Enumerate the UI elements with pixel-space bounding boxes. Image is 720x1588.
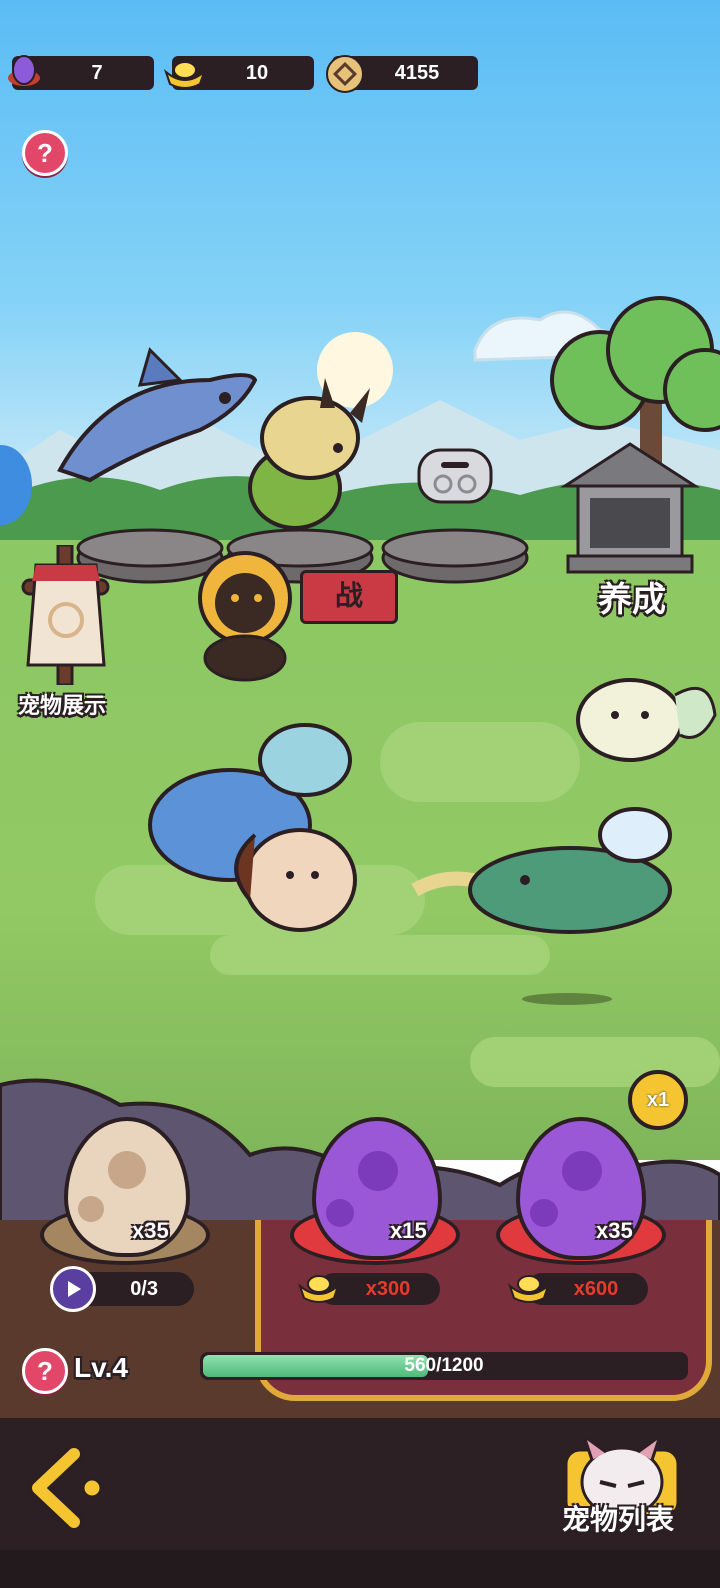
pet-display-stand[interactable]	[18, 543, 113, 687]
lion-pet[interactable]	[180, 548, 310, 688]
watch-video-button[interactable]	[50, 1266, 96, 1312]
gold-ingot-icon	[162, 54, 208, 92]
green-dragon-pet[interactable]	[200, 378, 380, 538]
blue-tiger-pet[interactable]	[140, 715, 370, 940]
question-icon: ?	[37, 1355, 53, 1386]
xp-bar: 560/1200	[200, 1352, 688, 1380]
xp-text: 560/1200	[404, 1355, 484, 1376]
field-stripe	[380, 722, 580, 802]
nurture-label[interactable]: 养成	[598, 572, 666, 621]
gold-ingot-icon	[296, 1268, 342, 1306]
egg-count: x35	[596, 1218, 633, 1243]
coin-icon	[324, 53, 366, 95]
pet-shadow	[522, 993, 612, 1005]
question-icon: ?	[37, 137, 53, 168]
lock-icon	[413, 438, 497, 508]
nurture-shrine[interactable]	[559, 436, 701, 586]
egg-count: x35	[132, 1218, 169, 1243]
level-help-button[interactable]: ?	[22, 1348, 68, 1394]
bottom-strip	[0, 1550, 720, 1588]
chevron-left-icon	[28, 1444, 103, 1532]
level-label: Lv.4	[74, 1352, 128, 1383]
gold-ingot-icon	[506, 1268, 552, 1306]
purple-egg-icon	[4, 52, 44, 92]
back-button[interactable]	[28, 1444, 108, 1532]
game-scene: 7 10 4155 ? 战 养成 宠物展示 x1 x35 0/3 x15 x30…	[0, 0, 720, 1588]
play-icon	[68, 1281, 81, 1297]
egg-count: x15	[390, 1218, 427, 1243]
pet-display-label[interactable]: 宠物展示	[18, 688, 106, 720]
battle-sign[interactable]: 战	[300, 570, 398, 624]
pet-list-label[interactable]: 宠物列表	[562, 1498, 674, 1538]
jade-dog-pet[interactable]	[570, 655, 720, 770]
help-button[interactable]: ?	[22, 130, 68, 176]
whale-pet[interactable]	[410, 800, 680, 945]
